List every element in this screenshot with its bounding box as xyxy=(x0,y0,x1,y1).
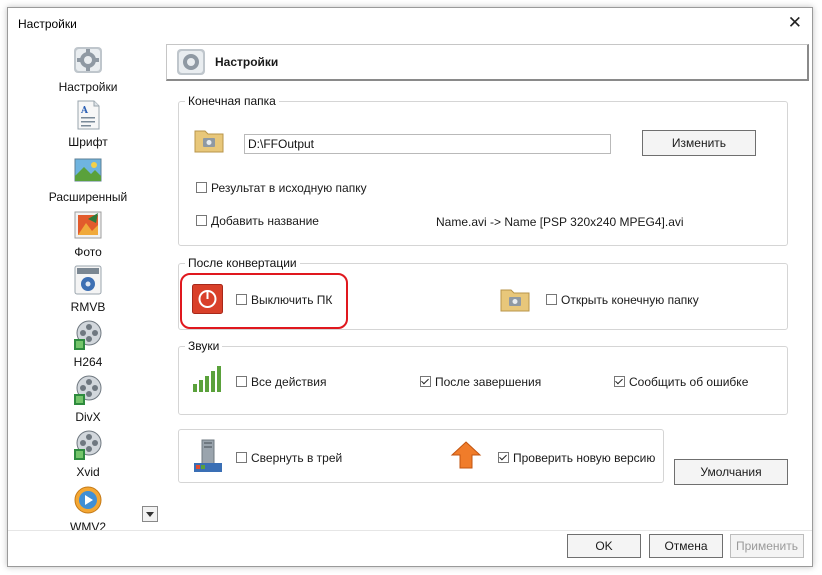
open-folder-option[interactable]: Открыть конечную папку xyxy=(546,293,699,307)
settings-gear-icon xyxy=(74,47,102,73)
minimize-tray-checkbox[interactable] xyxy=(236,452,247,463)
checkbox-label: Все действия xyxy=(251,375,327,389)
after-finish-option[interactable]: После завершения xyxy=(420,375,541,389)
defaults-button[interactable]: Умолчания xyxy=(674,459,788,485)
result-in-source-option[interactable]: Результат в исходную папку xyxy=(196,181,367,195)
check-update-checkbox[interactable] xyxy=(498,452,509,463)
sidebar-item-xvid[interactable]: Xvid xyxy=(8,429,168,479)
font-document-icon: A xyxy=(77,100,100,130)
update-arrow-icon xyxy=(450,441,482,469)
apply-button[interactable]: Применить xyxy=(730,534,804,558)
sidebar-item-label: DivX xyxy=(75,410,101,424)
photo-icon xyxy=(74,211,102,239)
landscape-image-icon xyxy=(74,158,102,182)
folder-icon xyxy=(500,289,530,312)
sidebar-item-advanced[interactable]: Расширенный xyxy=(8,154,168,204)
checkbox-label: Сообщить об ошибке xyxy=(629,375,749,389)
section-header: Настройки xyxy=(166,44,809,81)
shutdown-option[interactable]: Выключить ПК xyxy=(236,293,332,307)
page-title: Настройки xyxy=(215,55,279,69)
film-reel-icon xyxy=(74,430,102,460)
film-reel-icon xyxy=(74,320,102,350)
volume-bars-icon xyxy=(193,366,221,392)
all-actions-option[interactable]: Все действия xyxy=(236,375,326,389)
sidebar-item-label: Расширенный xyxy=(48,190,128,204)
open-folder-checkbox[interactable] xyxy=(546,294,557,305)
sidebar-item-label: Шрифт xyxy=(68,135,108,149)
group-title: Звуки xyxy=(188,339,220,353)
group-title: После конвертации xyxy=(188,256,297,270)
checkbox-label: Добавить название xyxy=(211,214,319,228)
checkbox-label: Свернуть в трей xyxy=(251,451,343,465)
film-reel-icon xyxy=(74,375,102,405)
sidebar-item-divx[interactable]: DivX xyxy=(8,374,168,424)
ok-button[interactable]: OK xyxy=(567,534,641,558)
sidebar-item-label: Xvid xyxy=(76,465,100,479)
power-icon xyxy=(192,284,223,314)
sidebar-item-label: RMVB xyxy=(70,300,106,314)
sidebar-scroll-down-icon[interactable] xyxy=(142,506,158,522)
svg-text:A: A xyxy=(80,106,89,116)
check-update-option[interactable]: Проверить новую версию xyxy=(498,451,655,465)
checkbox-label: Открыть конечную папку xyxy=(561,293,699,307)
report-error-checkbox[interactable] xyxy=(614,376,625,387)
sidebar-item-font[interactable]: A Шрифт xyxy=(8,99,168,149)
output-path-input[interactable] xyxy=(244,134,611,154)
media-player-icon xyxy=(74,486,102,514)
settings-gear-icon xyxy=(177,49,205,75)
footer-separator xyxy=(8,530,812,531)
close-icon[interactable]: ✕ xyxy=(788,13,802,33)
all-actions-checkbox[interactable] xyxy=(236,376,247,387)
real-media-icon xyxy=(74,265,102,295)
sidebar-item-rmvb[interactable]: RMVB xyxy=(8,264,168,314)
window-title: Настройки xyxy=(18,17,77,31)
add-name-checkbox[interactable] xyxy=(196,215,207,226)
checkbox-label: Результат в исходную папку xyxy=(211,181,367,195)
settings-dialog: Настройки ✕ Настройки A Шрифт Расширенны… xyxy=(7,7,813,567)
cancel-button[interactable]: Отмена xyxy=(649,534,723,558)
sidebar-item-label: Настройки xyxy=(58,80,118,94)
tray-window-icon xyxy=(194,439,222,472)
sidebar-item-label: H264 xyxy=(73,355,103,369)
report-error-option[interactable]: Сообщить об ошибке xyxy=(614,375,748,389)
after-finish-checkbox[interactable] xyxy=(420,376,431,387)
checkbox-label: Проверить новую версию xyxy=(513,451,656,465)
sidebar-item-settings[interactable]: Настройки xyxy=(8,44,168,94)
change-folder-button[interactable]: Изменить xyxy=(642,130,756,156)
title-bar: Настройки ✕ xyxy=(8,8,812,38)
sidebar-item-label: Фото xyxy=(74,245,102,259)
minimize-tray-option[interactable]: Свернуть в трей xyxy=(236,451,342,465)
sidebar-item-photo[interactable]: Фото xyxy=(8,209,168,259)
shutdown-checkbox[interactable] xyxy=(236,294,247,305)
sidebar-item-h264[interactable]: H264 xyxy=(8,319,168,369)
sidebar: Настройки A Шрифт Расширенный Фото RMVB … xyxy=(8,38,168,532)
add-name-option[interactable]: Добавить название xyxy=(196,214,319,228)
result-in-source-checkbox[interactable] xyxy=(196,182,207,193)
group-title: Конечная папка xyxy=(188,94,276,108)
name-example-text: Name.avi -> Name [PSP 320x240 MPEG4].avi xyxy=(436,215,684,229)
checkbox-label: После завершения xyxy=(435,375,542,389)
checkbox-label: Выключить ПК xyxy=(251,293,333,307)
folder-icon xyxy=(194,130,224,153)
